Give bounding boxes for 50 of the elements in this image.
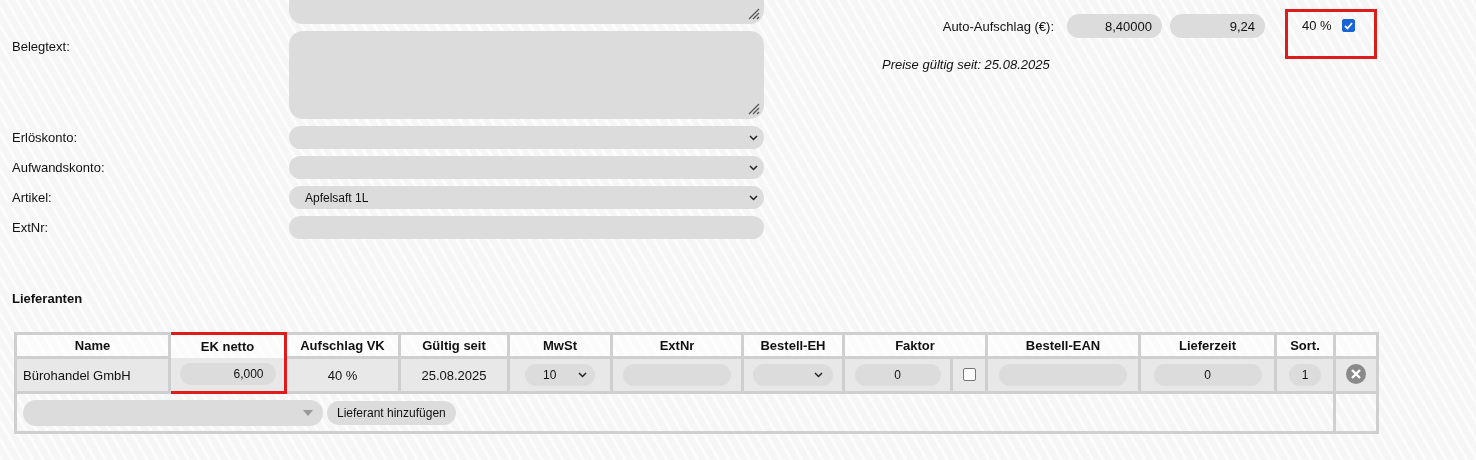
field-label: Belegtext:: [12, 39, 70, 54]
resize-grip-icon: [746, 101, 760, 115]
input-field[interactable]: [289, 216, 764, 239]
input-field[interactable]: 1: [1289, 364, 1321, 386]
markup-percent: 40 %: [1302, 18, 1332, 33]
price-field[interactable]: 6,000: [179, 363, 276, 386]
resize-grip-icon: [746, 6, 760, 20]
chevron-icon: [749, 164, 758, 171]
chevron-icon: [578, 372, 587, 378]
select-field[interactable]: 10: [525, 364, 595, 386]
section-title: Lieferanten: [12, 291, 84, 306]
column-header: Faktor: [843, 333, 987, 358]
column-header: Sort.: [1275, 333, 1335, 358]
column-header: Lieferzeit: [1139, 333, 1276, 358]
table-cell: 25.08.2025: [399, 357, 509, 393]
price-label: Auto-Aufschlag (€):: [941, 18, 1054, 34]
delete-icon[interactable]: [1346, 363, 1366, 384]
table-cell: 40 %: [285, 357, 400, 393]
chevron-icon: [814, 372, 823, 378]
supplier-select[interactable]: [23, 399, 323, 426]
checkbox[interactable]: [962, 367, 976, 381]
checkbox[interactable]: [1341, 19, 1355, 32]
text-area[interactable]: [289, 31, 764, 119]
input-field[interactable]: 0: [854, 364, 941, 386]
input-field[interactable]: 0: [1153, 364, 1262, 386]
text-area[interactable]: [289, 0, 764, 24]
column-header: Gültig seit: [399, 333, 509, 358]
column-header: Aufschlag VK: [285, 333, 400, 358]
select-field[interactable]: [753, 364, 833, 386]
table-cell: Bürohandel GmbH: [15, 357, 170, 393]
field-label: ExtNr:: [12, 220, 49, 235]
column-header: Bestell-EH: [742, 333, 844, 358]
caret-icon: [303, 409, 313, 416]
select-field[interactable]: [289, 126, 764, 149]
chevron-icon: [749, 134, 758, 141]
add-supplier-button[interactable]: Lieferant hinzufügen: [327, 400, 456, 425]
field-label: Artikel:: [12, 190, 52, 205]
chevron-icon: [749, 194, 758, 201]
gross-price-field[interactable]: 9,24: [1170, 14, 1265, 38]
column-header: ExtNr: [611, 333, 743, 358]
column-header: EK netto: [169, 333, 286, 358]
field-label: Aufwandskonto:: [12, 160, 105, 175]
column-header: Bestell-EAN: [986, 333, 1140, 358]
prices-valid-note: Preise gültig seit: 25.08.2025: [882, 57, 1051, 72]
column-header: MwSt: [508, 333, 612, 358]
net-price-field[interactable]: 8,40000: [1067, 14, 1162, 38]
column-header: Name: [15, 333, 170, 358]
select-field[interactable]: Apfelsaft 1L: [289, 186, 764, 209]
select-field[interactable]: [289, 156, 764, 179]
field-label: Erlöskonto:: [12, 130, 78, 145]
